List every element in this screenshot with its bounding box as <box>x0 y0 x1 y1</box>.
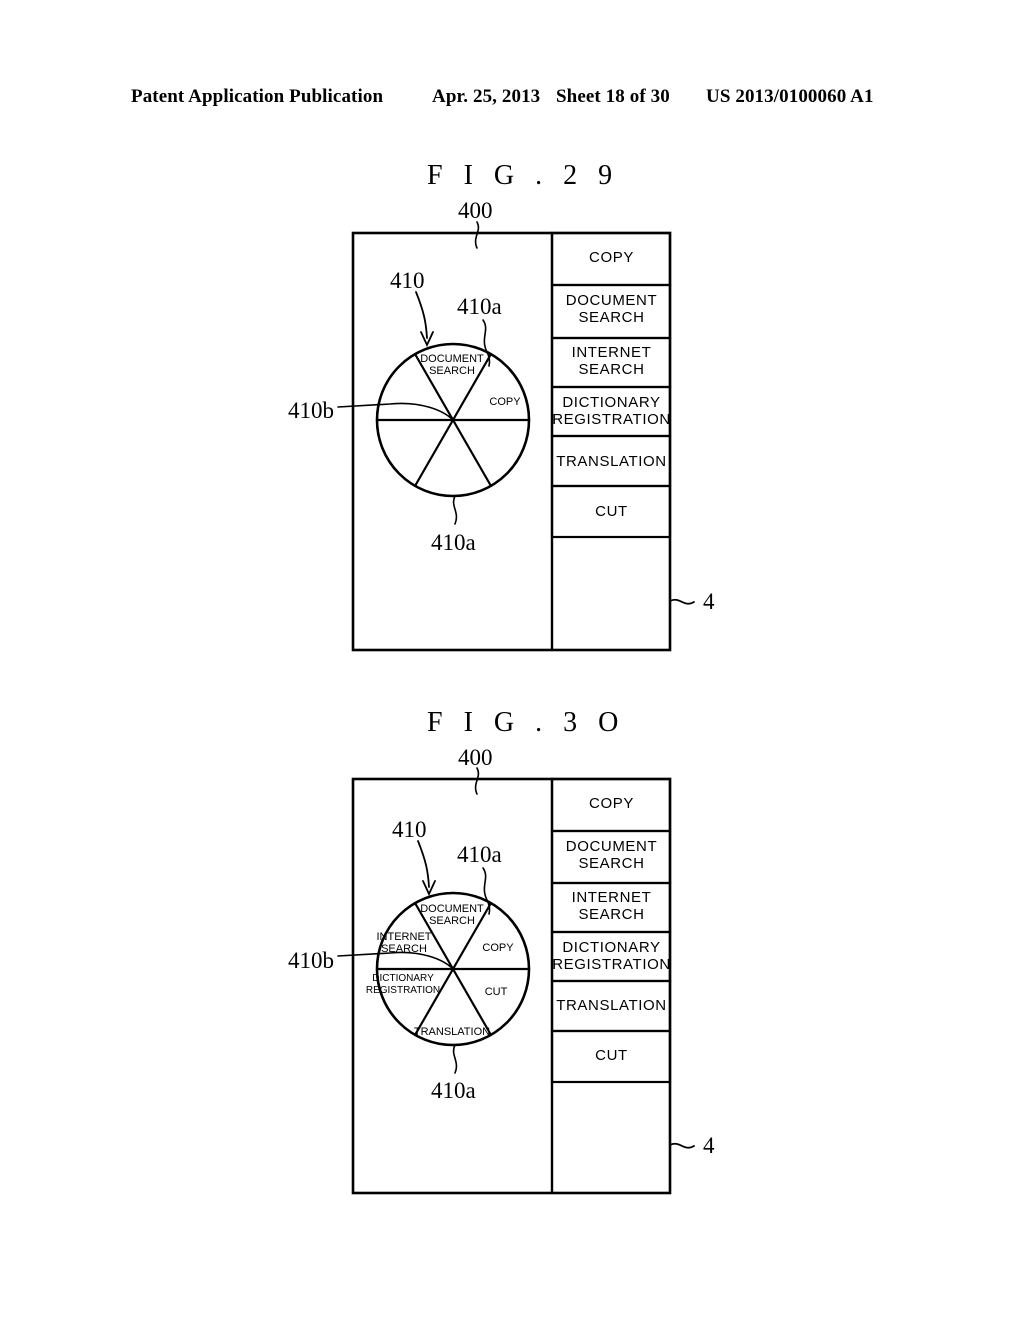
pie-sector-label-cut[interactable]: CUT <box>474 986 518 998</box>
pie-sector-label-internet-search[interactable]: INTERNET SEARCH <box>373 931 435 955</box>
pie-sector-label-copy[interactable]: COPY <box>473 942 523 954</box>
menu-item-translation[interactable]: TRANSLATION <box>553 997 670 1014</box>
menu-item-internet-search[interactable]: INTERNET SEARCH <box>553 889 670 923</box>
ref-410b-figure-30: 410b <box>288 948 334 973</box>
ref-410a-top-figure-30: 410a <box>457 842 502 867</box>
menu-item-copy[interactable]: COPY <box>553 795 670 812</box>
ref-410a-bottom-figure-30: 410a <box>431 1078 476 1103</box>
pie-sector-label-dictionary-registration[interactable]: DICTIONARY REGISTRATION <box>361 973 445 997</box>
figure-30: F I G . 3 O COPY DOCUMENT SEARCH INTERNE… <box>0 0 1024 1320</box>
ref-410-figure-30: 410 <box>392 817 427 842</box>
pie-sector-label-translation[interactable]: TRANSLATION <box>409 1026 495 1038</box>
ref-400-figure-30: 400 <box>458 745 493 770</box>
figure-30-title: F I G . 3 O <box>427 707 626 738</box>
menu-item-cut[interactable]: CUT <box>553 1047 670 1064</box>
menu-item-dictionary-registration[interactable]: DICTIONARY REGISTRATION <box>551 939 672 973</box>
menu-item-document-search[interactable]: DOCUMENT SEARCH <box>553 838 670 872</box>
pie-sector-label-document-search[interactable]: DOCUMENT SEARCH <box>415 903 489 927</box>
ref-4-figure-30: 4 <box>703 1133 715 1158</box>
